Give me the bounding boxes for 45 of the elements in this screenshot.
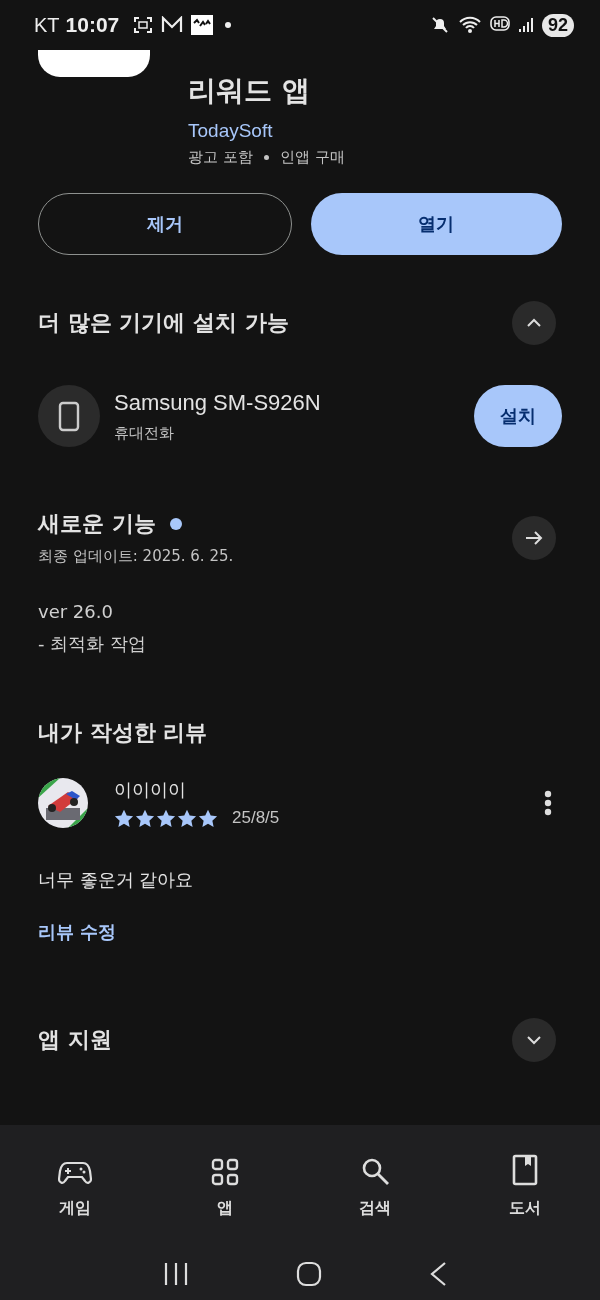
app-title: 리워드 앱	[188, 73, 311, 109]
search-icon	[360, 1156, 390, 1186]
nav-tab[interactable]: 게임	[0, 1145, 150, 1219]
carrier-text: KT	[34, 13, 60, 37]
review-text: 너무 좋운거 같아요	[38, 868, 195, 892]
home-icon[interactable]	[296, 1261, 322, 1287]
screenshot-icon	[133, 16, 154, 34]
notification-dot-icon	[225, 22, 232, 28]
battery-level-text: 92	[541, 13, 574, 37]
review-date: 25/8/5	[232, 808, 280, 828]
book-icon	[512, 1154, 538, 1186]
mail-icon	[161, 16, 184, 34]
install-button[interactable]: 설치	[474, 385, 562, 447]
recent-apps-icon[interactable]	[163, 1262, 190, 1286]
hd-icon	[489, 16, 510, 34]
nav-tab[interactable]: 검색	[300, 1145, 450, 1219]
wifi-icon	[457, 15, 482, 35]
section-title: 더 많은 기기에 설치 가능	[38, 309, 289, 337]
clock-text: 10:07	[65, 13, 120, 37]
developer-link[interactable]: TodaySoft	[188, 120, 273, 142]
apps-grid-icon	[211, 1158, 239, 1186]
signal-icon	[517, 16, 534, 34]
app-notification-icon	[191, 15, 214, 35]
open-button[interactable]: 열기	[310, 193, 562, 255]
back-icon[interactable]	[428, 1261, 447, 1287]
app-meta-text: 인앱 구매	[279, 148, 345, 167]
phone-icon	[38, 385, 100, 447]
device-name: Samsung SM-S926N	[114, 389, 322, 416]
release-note: - 최적화 작업	[38, 632, 147, 656]
gamepad-icon	[58, 1160, 92, 1186]
more-options-icon[interactable]	[544, 790, 552, 816]
section-title: 내가 작성한 리뷰	[38, 719, 209, 747]
release-note: ver 26.0	[38, 600, 114, 624]
section-title: 앱 지원	[38, 1026, 112, 1054]
app-meta-text: 광고 포함	[188, 148, 253, 167]
section-title: 새로운 기능	[38, 510, 156, 538]
edit-review-link[interactable]: 리뷰 수정	[38, 920, 117, 944]
separator-dot-icon	[263, 155, 269, 160]
device-type: 휴대전화	[114, 423, 175, 443]
nav-tab[interactable]: 도서	[450, 1145, 600, 1219]
reviewer-name: 이이이이	[114, 778, 187, 802]
nav-tab[interactable]: 앱	[150, 1145, 300, 1219]
mute-icon	[429, 15, 450, 35]
arrow-button[interactable]	[512, 515, 556, 560]
update-date: 최종 업데이트: 2025. 6. 25.	[38, 547, 234, 566]
